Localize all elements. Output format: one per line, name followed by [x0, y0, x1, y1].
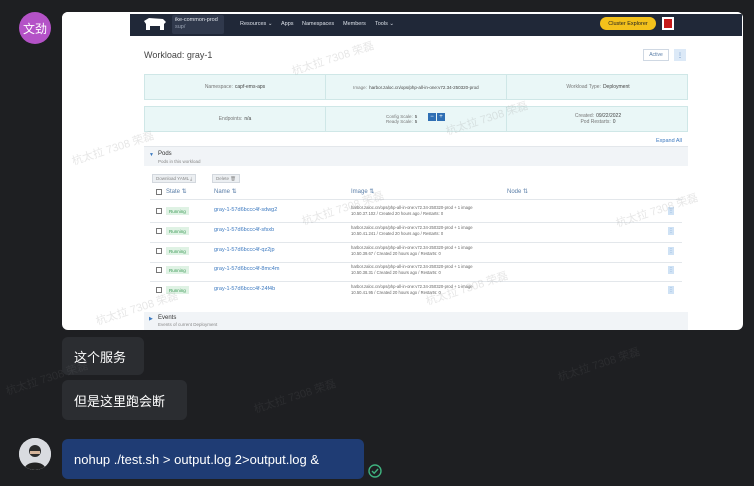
status-badge: Running: [166, 266, 189, 274]
pods-subtitle: Pods in this workload: [158, 159, 201, 164]
ready-scale-label: Ready Scale:: [386, 119, 413, 124]
avatar[interactable]: [19, 438, 51, 470]
download-yaml-button[interactable]: Download YAML ⤓: [152, 174, 197, 183]
type-value: Deployment: [602, 84, 630, 90]
watermark: 杭太拉 7308 荣磊: [556, 346, 642, 384]
ready-scale-value: 5: [414, 119, 418, 124]
table-row[interactable]: Running gray-1-57d6bccc4f-8mc4m harbor.z…: [150, 261, 682, 280]
page-title: Workload: gray-1: [144, 50, 213, 60]
namespace-label: Namespace:: [204, 84, 233, 90]
screenshot-image[interactable]: ike-common-prod sup/ Resources ⌄ Apps Na…: [62, 12, 743, 330]
avatar[interactable]: 文劲: [19, 12, 51, 44]
column-state[interactable]: State ⇅: [166, 188, 187, 195]
pod-name-link[interactable]: gray-1-57d6bccc4f-sdwg2: [214, 207, 277, 213]
status-badge: Active: [643, 49, 669, 61]
type-label: Workload Type:: [566, 84, 601, 90]
workload-type-cell: Workload Type: Deployment: [507, 75, 689, 99]
chevron-down-icon: ▼: [149, 152, 154, 158]
row-checkbox[interactable]: [156, 267, 162, 273]
message-text: 但是这里跑会断: [74, 393, 166, 409]
rancher-logo-icon: [144, 18, 166, 30]
nav-members[interactable]: Members: [343, 21, 366, 27]
pod-name-link[interactable]: gray-1-57d6bccc4f-sfsxb: [214, 227, 274, 233]
chevron-right-icon: ▶: [149, 316, 153, 322]
image-value: harbor.zaloc.cn/ops/php-all-in-one:v72.3…: [369, 84, 479, 90]
read-check-icon: [368, 464, 382, 478]
nav-tools[interactable]: Tools ⌄: [375, 21, 394, 27]
endpoints-cell: Endpoints: n/a: [145, 107, 326, 131]
row-actions-icon[interactable]: ⋮: [668, 247, 674, 255]
endpoints-value: n/a: [244, 116, 252, 122]
delete-button[interactable]: Delete 🗑: [212, 174, 240, 183]
context-name: ike-common-prod: [175, 17, 218, 23]
scale-down-button[interactable]: −: [428, 113, 436, 121]
restarts-label: Pod Restarts:: [580, 119, 611, 125]
created-cell: Created: 09/22/2022 Pod Restarts: 0: [507, 107, 689, 131]
row-actions-icon[interactable]: ⋮: [668, 266, 674, 274]
context-sub: sup/: [175, 24, 186, 30]
message-text: nohup ./test.sh > output.log 2>output.lo…: [74, 451, 320, 467]
avatar-text: 文劲: [22, 21, 47, 36]
cluster-context-selector[interactable]: ike-common-prod sup/: [172, 15, 224, 34]
events-section-header[interactable]: ▶ Events Events of current Deployment: [144, 312, 688, 330]
pod-image: harbor.zaloc.cn/ops/php-all-in-one:v72.3…: [351, 264, 473, 276]
nav-namespaces[interactable]: Namespaces: [302, 21, 334, 27]
row-checkbox[interactable]: [156, 208, 162, 214]
row-actions-icon[interactable]: ⋮: [668, 227, 674, 235]
namespace-value: capf-ems-aps: [234, 84, 266, 90]
row-checkbox[interactable]: [156, 228, 162, 234]
more-actions-icon[interactable]: ⋮: [674, 49, 686, 61]
image-label: Image:: [353, 84, 367, 90]
pod-meta: 10.50.41.241 / Created 20 hours ago / Re…: [351, 231, 444, 236]
cluster-explorer-button[interactable]: Cluster Explorer: [600, 17, 656, 30]
pod-name-link[interactable]: gray-1-57d6bccc4f-qz2jp: [214, 247, 275, 253]
workload-info-row-2: Endpoints: n/a Config Scale: 5 Ready Scale…: [144, 106, 688, 132]
row-checkbox[interactable]: [156, 248, 162, 254]
image-cell: Image: harbor.zaloc.cn/ops/php-all-in-one…: [326, 75, 507, 99]
pod-image: harbor.zaloc.cn/ops/php-all-in-one:v72.3…: [351, 245, 473, 257]
endpoints-label: Endpoints:: [218, 116, 243, 122]
pod-meta: 10.50.37.102 / Created 20 hours ago / Re…: [351, 211, 444, 216]
column-node[interactable]: Node ⇅: [507, 188, 528, 195]
expand-all-link[interactable]: Expand All: [656, 138, 682, 144]
pod-image: harbor.zaloc.cn/ops/php-all-in-one:v72.3…: [351, 225, 473, 237]
row-actions-icon[interactable]: ⋮: [668, 286, 674, 294]
table-row[interactable]: Running gray-1-57d6bccc4f-qz2jp harbor.z…: [150, 242, 682, 261]
divider: [150, 199, 682, 200]
watermark: 杭太拉 7308 荣磊: [252, 378, 338, 416]
message-bubble[interactable]: nohup ./test.sh > output.log 2>output.lo…: [62, 439, 364, 479]
table-row[interactable]: Running gray-1-57d6bccc4f-sfsxb harbor.z…: [150, 222, 682, 241]
pods-section-header[interactable]: ▼ Pods Pods in this workload: [144, 146, 688, 166]
column-name[interactable]: Name ⇅: [214, 188, 237, 195]
user-menu-icon[interactable]: [662, 17, 674, 30]
status-badge: Running: [166, 247, 189, 255]
user-avatar-icon: [19, 438, 51, 470]
pod-name-link[interactable]: gray-1-57d6bccc4f-24f4b: [214, 286, 275, 292]
scale-up-button[interactable]: +: [437, 113, 445, 121]
pod-meta: 10.50.39.67 / Created 20 hours ago / Res…: [351, 251, 441, 256]
pods-title: Pods: [158, 151, 172, 157]
nav-resources[interactable]: Resources ⌄: [240, 21, 272, 27]
restarts-value: 0: [612, 119, 616, 125]
table-row[interactable]: Running gray-1-57d6bccc4f-sdwg2 harbor.z…: [150, 202, 682, 221]
select-all-checkbox[interactable]: [156, 189, 162, 195]
namespace-cell: Namespace: capf-ems-aps: [145, 75, 326, 99]
nav-apps[interactable]: Apps: [281, 21, 294, 27]
events-title: Events: [158, 315, 177, 321]
watermark: 杭太拉 7308 荣磊: [290, 40, 376, 78]
workload-info-row-1: Namespace: capf-ems-aps Image: harbor.zalo…: [144, 74, 688, 100]
pod-name-link[interactable]: gray-1-57d6bccc4f-8mc4m: [214, 266, 279, 272]
status-badge: Running: [166, 207, 189, 215]
status-badge: Running: [166, 227, 189, 235]
message-bubble[interactable]: 但是这里跑会断: [62, 380, 187, 420]
table-row[interactable]: Running gray-1-57d6bccc4f-24f4b harbor.z…: [150, 281, 682, 300]
events-subtitle: Events of current Deployment: [158, 322, 218, 327]
pod-meta: 10.50.38.31 / Created 20 hours ago / Res…: [351, 270, 441, 275]
